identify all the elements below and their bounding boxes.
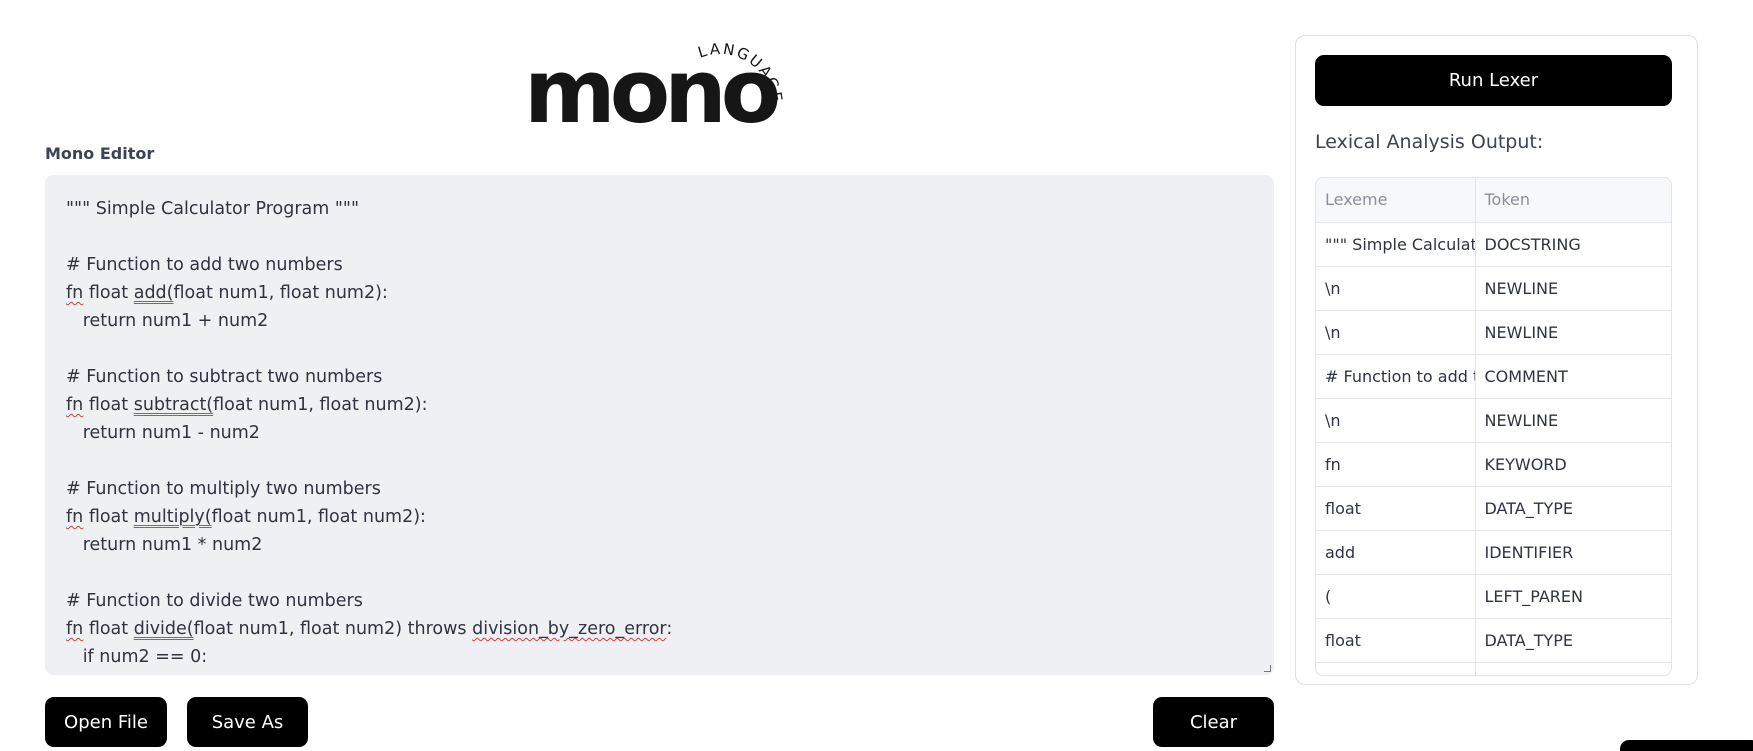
- code-line[interactable]: # Function to subtract two numbers: [66, 363, 1253, 391]
- table-row: float DATA_TYPE: [1316, 486, 1671, 531]
- code-token: # Function to divide two numbers: [66, 591, 363, 611]
- token-cell: KEYWORD: [1475, 442, 1671, 487]
- token-cell: COMMENT: [1475, 354, 1671, 399]
- code-token: multiply(: [133, 507, 212, 527]
- lexeme-cell: fn: [1316, 442, 1476, 487]
- mono-language-logo: mono LANGUAGE: [520, 30, 800, 130]
- code-token: division_by_zero_error: [472, 619, 667, 639]
- token-cell: NEWLINE: [1475, 398, 1671, 443]
- code-line[interactable]: return num1 * num2: [66, 531, 1253, 559]
- code-line[interactable]: # Function to add two numbers: [66, 251, 1253, 279]
- corner-button[interactable]: [1620, 740, 1753, 751]
- lexeme-cell: \n: [1316, 310, 1476, 355]
- code-line[interactable]: fn float divide(float num1, float num2) …: [66, 615, 1253, 643]
- code-lines[interactable]: """ Simple Calculator Program """ # Funct…: [66, 195, 1253, 671]
- lexeme-cell: # Function to add two numbers: [1316, 354, 1476, 399]
- token-table-container[interactable]: Lexeme Token """ Simple Calculator Progr…: [1315, 177, 1672, 676]
- lexeme-cell: \n: [1316, 266, 1476, 311]
- code-token: :: [666, 619, 673, 639]
- code-line[interactable]: """ Simple Calculator Program """: [66, 195, 1253, 223]
- table-row: """ Simple Calculator Program """DOCSTRI…: [1316, 222, 1671, 267]
- table-row: add IDENTIFIER: [1316, 530, 1671, 575]
- code-line[interactable]: if num2 == 0:: [66, 643, 1253, 671]
- code-line[interactable]: [66, 447, 1253, 475]
- code-token: fn: [66, 619, 84, 639]
- editor-label: Mono Editor: [45, 144, 155, 163]
- table-row: \n NEWLINE: [1316, 310, 1671, 355]
- token-cell: DATA_TYPE: [1475, 618, 1671, 663]
- code-token: fn: [66, 283, 84, 303]
- code-token: fn: [66, 507, 84, 527]
- code-token: float num1, float num2):: [213, 395, 428, 415]
- code-token: float: [83, 507, 134, 527]
- app-page: mono LANGUAGE Mono Editor """ Simple Cal…: [0, 0, 1753, 751]
- code-token: # Function to add two numbers: [66, 255, 343, 275]
- lexeme-cell: \n: [1316, 398, 1476, 443]
- code-token: float num1, float num2):: [211, 507, 426, 527]
- code-token: # Function to subtract two numbers: [66, 367, 383, 387]
- code-token: add(: [133, 283, 174, 303]
- lexer-panel: Run Lexer Lexical Analysis Output: Lexem…: [1295, 35, 1698, 685]
- code-line[interactable]: [66, 559, 1253, 587]
- code-token: float num1, float num2):: [173, 283, 388, 303]
- token-cell: [1475, 662, 1671, 675]
- output-label: Lexical Analysis Output:: [1315, 131, 1544, 153]
- token-cell: NEWLINE: [1475, 266, 1671, 311]
- token-table-body: """ Simple Calculator Program """DOCSTRI…: [1316, 222, 1671, 675]
- token-cell: LEFT_PAREN: [1475, 574, 1671, 619]
- code-token: # Function to multiply two numbers: [66, 479, 381, 499]
- code-token: fn: [66, 395, 84, 415]
- code-line[interactable]: fn float subtract(float num1, float num2…: [66, 391, 1253, 419]
- code-line[interactable]: # Function to multiply two numbers: [66, 475, 1253, 503]
- token-cell: NEWLINE: [1475, 310, 1671, 355]
- code-line[interactable]: [66, 335, 1253, 363]
- lexeme-cell: float: [1316, 618, 1476, 663]
- code-token: float: [83, 395, 134, 415]
- table-row: [1316, 662, 1671, 675]
- logo-graphic: mono LANGUAGE: [524, 40, 784, 130]
- code-line[interactable]: return num1 + num2: [66, 307, 1253, 335]
- code-token: return num1 - num2: [66, 423, 260, 443]
- table-row: \n NEWLINE: [1316, 266, 1671, 311]
- lexeme-cell: (: [1316, 574, 1476, 619]
- open-file-button[interactable]: Open File: [45, 697, 167, 747]
- lexeme-cell: float: [1316, 486, 1476, 531]
- code-line[interactable]: fn float add(float num1, float num2):: [66, 279, 1253, 307]
- code-line[interactable]: # Function to divide two numbers: [66, 587, 1253, 615]
- run-lexer-button[interactable]: Run Lexer: [1315, 55, 1672, 106]
- code-token: float: [83, 283, 134, 303]
- table-row: # Function to add two numbersCOMMENT: [1316, 354, 1671, 399]
- token-table: Lexeme Token """ Simple Calculator Progr…: [1316, 178, 1671, 675]
- code-line[interactable]: [66, 223, 1253, 251]
- resize-grip-icon[interactable]: [1264, 665, 1271, 672]
- table-header-row: Lexeme Token: [1316, 178, 1671, 223]
- table-row: float DATA_TYPE: [1316, 618, 1671, 663]
- token-cell: DOCSTRING: [1475, 222, 1671, 267]
- lexeme-cell: """ Simple Calculator Program """: [1316, 222, 1476, 267]
- column-header-token[interactable]: Token: [1475, 178, 1671, 223]
- code-token: subtract(: [133, 395, 214, 415]
- column-header-lexeme[interactable]: Lexeme: [1316, 178, 1476, 223]
- token-cell: DATA_TYPE: [1475, 486, 1671, 531]
- code-token: return num1 + num2: [66, 311, 269, 331]
- table-row: (LEFT_PAREN: [1316, 574, 1671, 619]
- code-editor[interactable]: """ Simple Calculator Program """ # Funct…: [45, 175, 1274, 675]
- token-cell: IDENTIFIER: [1475, 530, 1671, 575]
- clear-button[interactable]: Clear: [1153, 697, 1274, 747]
- code-token: divide(: [133, 619, 194, 639]
- code-token: float: [83, 619, 134, 639]
- table-row: fn KEYWORD: [1316, 442, 1671, 487]
- code-token: return num1 * num2: [66, 535, 263, 555]
- code-line[interactable]: return num1 - num2: [66, 419, 1253, 447]
- code-token: if num2 == 0:: [66, 647, 208, 667]
- table-row: \n NEWLINE: [1316, 398, 1671, 443]
- code-token: """ Simple Calculator Program """: [66, 199, 360, 219]
- code-line[interactable]: fn float multiply(float num1, float num2…: [66, 503, 1253, 531]
- lexeme-cell: add: [1316, 530, 1476, 575]
- lexeme-cell: [1316, 662, 1476, 675]
- save-as-button[interactable]: Save As: [187, 697, 308, 747]
- code-token: float num1, float num2) throws: [193, 619, 473, 639]
